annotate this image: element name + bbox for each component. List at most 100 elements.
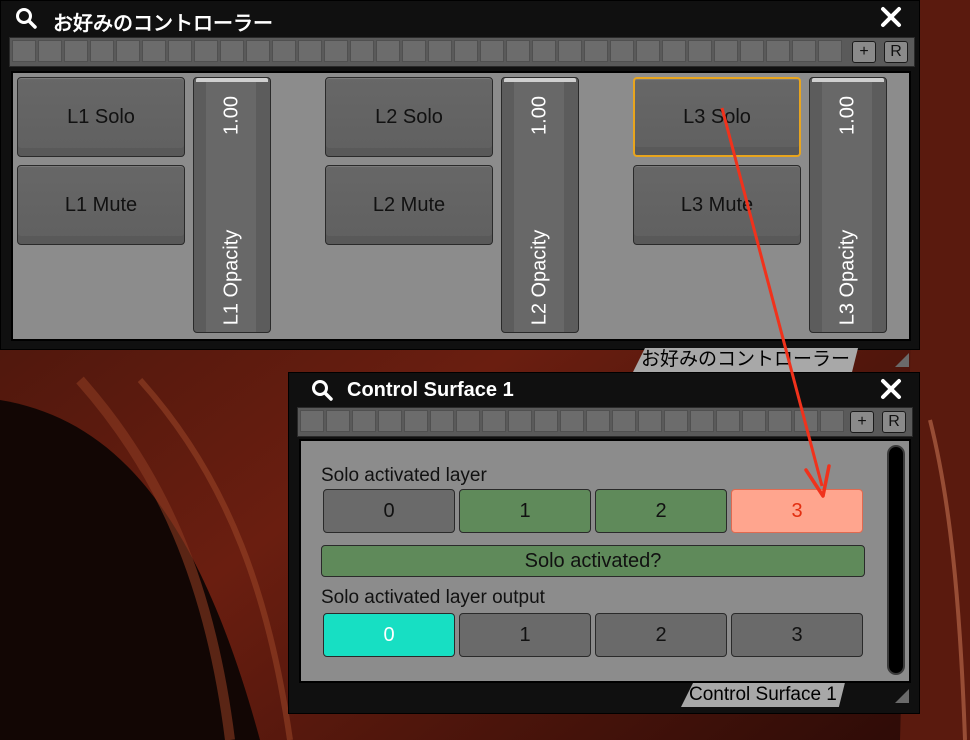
- resize-handle[interactable]: [895, 689, 909, 703]
- tab-cell[interactable]: [532, 40, 556, 62]
- tab-cell[interactable]: [116, 40, 140, 62]
- close-icon[interactable]: [879, 377, 903, 401]
- footer-tab[interactable]: Control Surface 1: [681, 683, 845, 707]
- reset-button[interactable]: R: [884, 41, 908, 63]
- tab-cell[interactable]: [558, 40, 582, 62]
- tab-cell[interactable]: [482, 410, 506, 432]
- tab-cell[interactable]: [300, 410, 324, 432]
- tab-cell[interactable]: [402, 40, 426, 62]
- tab-cell[interactable]: [326, 410, 350, 432]
- l3-opacity-label: L3 Opacity: [836, 229, 859, 326]
- tab-cell[interactable]: [766, 40, 790, 62]
- tab-cell[interactable]: [612, 410, 636, 432]
- tab-cell[interactable]: [142, 40, 166, 62]
- solo-layer-button-3[interactable]: 3: [731, 489, 863, 533]
- tab-strip: + R: [9, 37, 915, 67]
- tab-cell[interactable]: [690, 410, 714, 432]
- l2-solo-button[interactable]: L2 Solo: [325, 77, 493, 157]
- l1-solo-label: L1 Solo: [67, 106, 135, 128]
- l1-opacity-slider[interactable]: 1.00 L1 Opacity: [193, 77, 271, 333]
- l3-solo-label: L3 Solo: [683, 106, 751, 128]
- resize-handle[interactable]: [895, 353, 909, 367]
- tab-cell[interactable]: [688, 40, 712, 62]
- solo-layer-button-0[interactable]: 0: [323, 489, 455, 533]
- l3-opacity-slider[interactable]: 1.00 L3 Opacity: [809, 77, 887, 333]
- l3-mute-button[interactable]: L3 Mute: [633, 165, 801, 245]
- tab-cell[interactable]: [194, 40, 218, 62]
- tab-cell[interactable]: [584, 40, 608, 62]
- l2-opacity-slider[interactable]: 1.00 L2 Opacity: [501, 77, 579, 333]
- titlebar: お好みのコントローラー: [1, 1, 919, 35]
- window-favorite-controller: お好みのコントローラー + R L1 Solo L1 Mute 1.00 L1 …: [0, 0, 920, 350]
- tab-cell[interactable]: [638, 410, 662, 432]
- tab-cell[interactable]: [662, 40, 686, 62]
- tab-cell[interactable]: [324, 40, 348, 62]
- tab-cell[interactable]: [378, 410, 402, 432]
- output-button-0[interactable]: 0: [323, 613, 455, 657]
- footer-tab[interactable]: お好みのコントローラー: [633, 348, 858, 372]
- l2-mute-button[interactable]: L2 Mute: [325, 165, 493, 245]
- tab-cell[interactable]: [480, 40, 504, 62]
- tab-cell[interactable]: [220, 40, 244, 62]
- solo-layer-button-1[interactable]: 1: [459, 489, 591, 533]
- tab-strip: + R: [297, 407, 913, 437]
- tab-cell[interactable]: [714, 40, 738, 62]
- tab-cell[interactable]: [376, 40, 400, 62]
- tab-cell[interactable]: [428, 40, 452, 62]
- l3-mute-label: L3 Mute: [680, 194, 754, 216]
- titlebar: Control Surface 1: [289, 373, 919, 407]
- output-button-2[interactable]: 2: [595, 613, 727, 657]
- tab-cell[interactable]: [272, 40, 296, 62]
- tab-cell[interactable]: [404, 410, 428, 432]
- control-surface-panel: Solo activated layer 0 1 2 3 Solo activa…: [299, 439, 911, 683]
- tab-cell[interactable]: [768, 410, 792, 432]
- l1-mute-button[interactable]: L1 Mute: [17, 165, 185, 245]
- solo-activated-toggle[interactable]: Solo activated?: [321, 545, 865, 577]
- add-button[interactable]: +: [852, 41, 876, 63]
- tab-cell[interactable]: [12, 40, 36, 62]
- reset-button[interactable]: R: [882, 411, 906, 433]
- tab-cell[interactable]: [168, 40, 192, 62]
- l1-mute-label: L1 Mute: [64, 194, 138, 216]
- search-icon[interactable]: [311, 379, 333, 401]
- tab-cell[interactable]: [350, 40, 374, 62]
- window-title: お好みのコントローラー: [53, 13, 273, 35]
- tab-cell[interactable]: [456, 410, 480, 432]
- tab-cell[interactable]: [716, 410, 740, 432]
- tab-cell[interactable]: [742, 410, 766, 432]
- tab-cell[interactable]: [818, 40, 842, 62]
- tab-cell[interactable]: [38, 40, 62, 62]
- tab-cell[interactable]: [664, 410, 688, 432]
- solo-activated-layer-output-label: Solo activated layer output: [321, 587, 545, 608]
- output-button-1[interactable]: 1: [459, 613, 591, 657]
- tab-cell[interactable]: [64, 40, 88, 62]
- tab-cell[interactable]: [352, 410, 376, 432]
- l1-solo-button[interactable]: L1 Solo: [17, 77, 185, 157]
- controller-panel: L1 Solo L1 Mute 1.00 L1 Opacity L2 Solo …: [11, 71, 911, 341]
- add-button[interactable]: +: [850, 411, 874, 433]
- tab-cell[interactable]: [246, 40, 270, 62]
- tab-cell[interactable]: [506, 40, 530, 62]
- tab-cell[interactable]: [298, 40, 322, 62]
- search-icon[interactable]: [15, 7, 37, 29]
- tab-cell[interactable]: [430, 410, 454, 432]
- tab-cell[interactable]: [610, 40, 634, 62]
- tab-cell[interactable]: [586, 410, 610, 432]
- tab-cell[interactable]: [560, 410, 584, 432]
- tab-cell[interactable]: [794, 410, 818, 432]
- output-button-3[interactable]: 3: [731, 613, 863, 657]
- tab-cell[interactable]: [90, 40, 114, 62]
- close-icon[interactable]: [879, 5, 903, 29]
- l3-solo-button[interactable]: L3 Solo: [633, 77, 801, 157]
- tab-cell[interactable]: [740, 40, 764, 62]
- tab-cell[interactable]: [534, 410, 558, 432]
- tab-cell[interactable]: [454, 40, 478, 62]
- tab-cell[interactable]: [636, 40, 660, 62]
- solo-layer-button-2[interactable]: 2: [595, 489, 727, 533]
- vertical-scrollbar[interactable]: [887, 445, 905, 675]
- tab-cell[interactable]: [792, 40, 816, 62]
- l2-opacity-value: 1.00: [528, 96, 551, 135]
- tab-cell[interactable]: [820, 410, 844, 432]
- l1-opacity-value: 1.00: [220, 96, 243, 135]
- tab-cell[interactable]: [508, 410, 532, 432]
